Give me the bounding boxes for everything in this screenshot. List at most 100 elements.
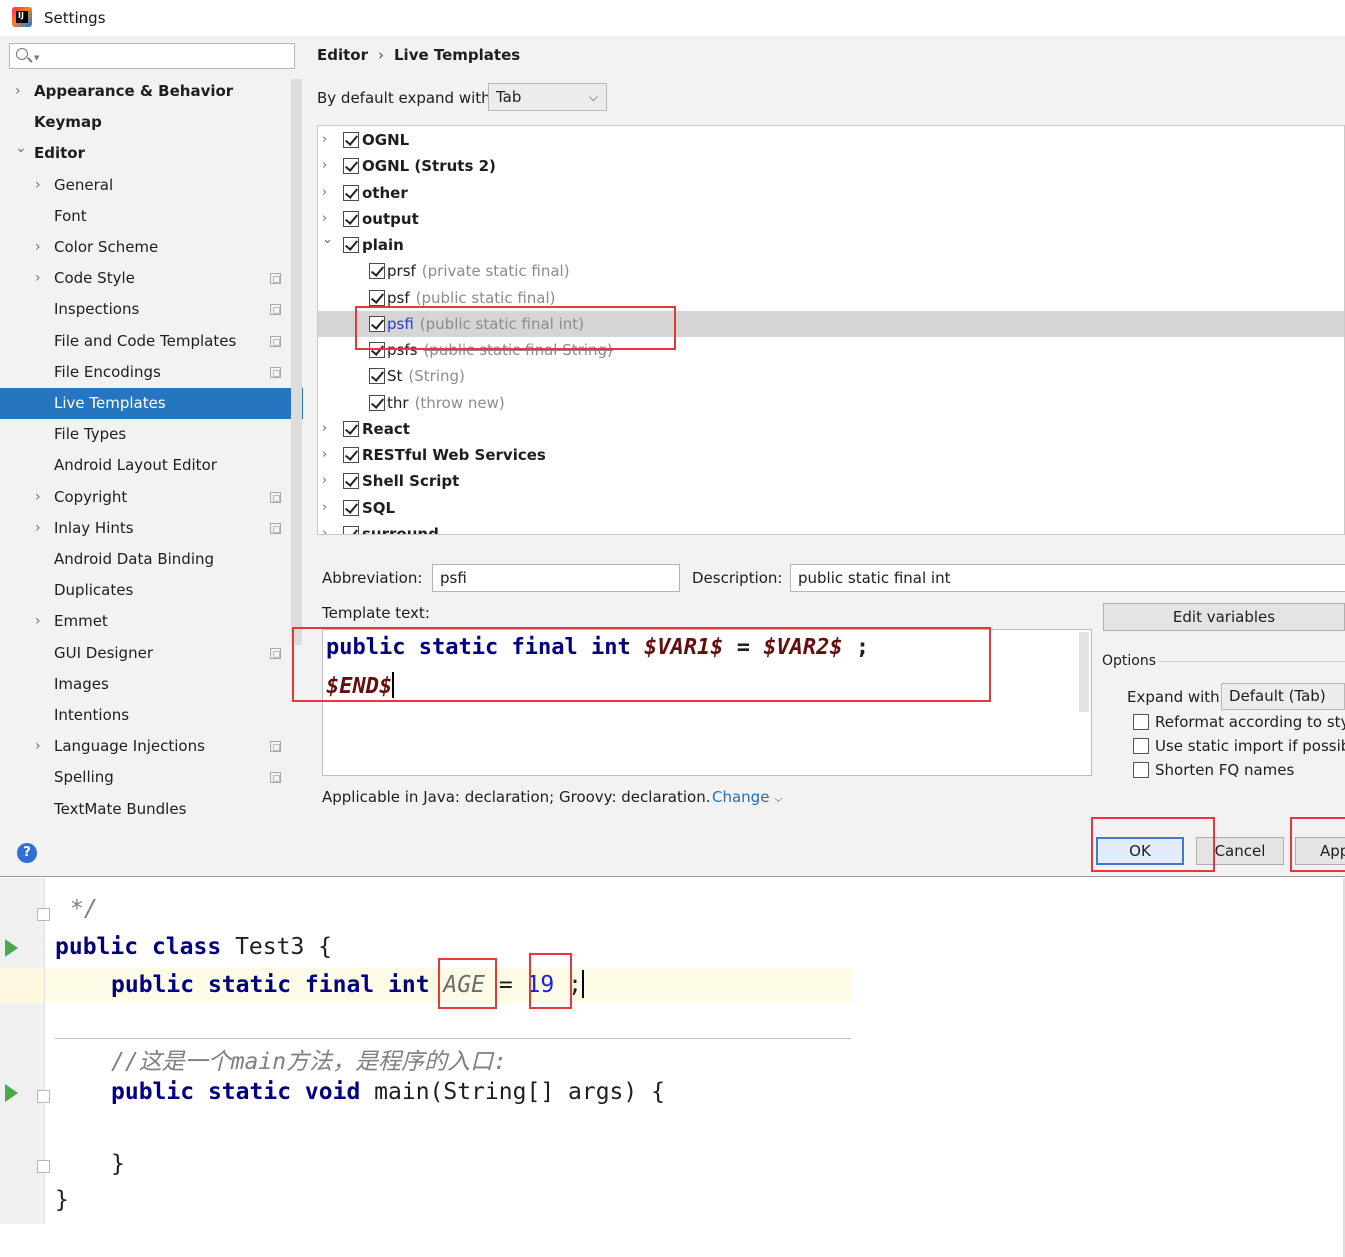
fold-marker-icon[interactable]	[37, 908, 50, 921]
template-checkbox[interactable]	[369, 342, 385, 358]
description-input[interactable]: public static final int	[790, 564, 1345, 592]
sidebar-item[interactable]: Android Layout Editor	[0, 450, 291, 481]
template-group-row[interactable]: › SQL	[318, 495, 1344, 521]
template-group-row[interactable]: › OGNL	[318, 127, 1344, 153]
code-keyword: class	[151, 934, 222, 960]
template-group-row[interactable]: › other	[318, 180, 1344, 206]
static-import-checkbox[interactable]	[1133, 738, 1149, 754]
template-checkbox[interactable]	[343, 447, 359, 463]
shorten-fq-checkbox[interactable]	[1133, 762, 1149, 778]
sidebar-item[interactable]: › Inlay Hints	[0, 513, 291, 544]
template-row[interactable]: psfs (public static final String)	[318, 337, 1344, 363]
chevron-right-icon[interactable]: ›	[322, 127, 327, 153]
template-checkbox[interactable]	[369, 289, 385, 306]
template-checkbox[interactable]	[343, 473, 359, 490]
template-text-editor[interactable]: public static final int $VAR1$ = $VAR2$ …	[322, 629, 1092, 776]
sidebar-item[interactable]: Android Data Binding	[0, 544, 291, 575]
chevron-right-icon[interactable]: ›	[322, 521, 327, 534]
sidebar-item[interactable]: Spelling	[0, 762, 291, 793]
search-options-chevron-icon[interactable]: ▼	[34, 55, 39, 62]
run-main-icon[interactable]	[5, 1084, 18, 1102]
template-checkbox[interactable]	[343, 525, 359, 534]
sidebar-item[interactable]: Intentions	[0, 700, 291, 731]
chevron-right-icon[interactable]: ›	[35, 263, 41, 294]
help-icon[interactable]: ?	[17, 843, 37, 863]
template-row[interactable]: prsf (private static final)	[318, 258, 1344, 284]
settings-search-input[interactable]: ▼	[9, 43, 295, 69]
sidebar-item[interactable]: › Copyright	[0, 482, 291, 513]
template-checkbox[interactable]	[369, 263, 385, 280]
default-expand-select[interactable]: Tab ⌵	[488, 83, 607, 111]
abbreviation-input[interactable]: psfi	[432, 564, 680, 592]
chevron-right-icon[interactable]: ›	[322, 180, 327, 206]
sidebar-item[interactable]: File and Code Templates	[0, 326, 291, 357]
sidebar-item[interactable]: Live Templates	[0, 388, 303, 419]
template-checkbox[interactable]	[343, 499, 359, 516]
template-checkbox[interactable]	[343, 237, 359, 253]
template-group-row[interactable]: › OGNL (Struts 2)	[318, 153, 1344, 179]
template-group-row[interactable]: › RESTful Web Services	[318, 442, 1344, 468]
edit-variables-button[interactable]: Edit variables	[1103, 603, 1345, 631]
template-row[interactable]: thr (throw new)	[318, 390, 1344, 416]
sidebar-item[interactable]: › Language Injections	[0, 731, 291, 762]
expand-with-select[interactable]: Default (Tab)	[1221, 683, 1345, 710]
ok-button[interactable]: OK	[1096, 837, 1184, 865]
sidebar-item[interactable]: ⌄ Editor	[0, 138, 291, 169]
sidebar-scrollbar[interactable]	[291, 79, 302, 645]
sidebar-item[interactable]: › Code Style	[0, 263, 291, 294]
template-group-row[interactable]: › surround	[318, 521, 1344, 534]
sidebar-item[interactable]: › Appearance & Behavior	[0, 76, 291, 107]
code-editor[interactable]: */ public class Test3 { public static fi…	[0, 878, 1345, 1257]
template-checkbox[interactable]	[343, 420, 359, 437]
chevron-down-icon[interactable]: ⌄	[322, 227, 333, 253]
template-checkbox[interactable]	[343, 132, 359, 148]
template-group-row[interactable]: ⌄ plain	[318, 232, 1344, 258]
sidebar-item[interactable]: Inspections	[0, 294, 291, 325]
change-context-link[interactable]: Change ⌵	[712, 788, 783, 806]
template-group-row[interactable]: › React	[318, 416, 1344, 442]
cancel-button[interactable]: Cancel	[1196, 837, 1284, 865]
run-class-icon[interactable]	[5, 939, 18, 957]
sidebar-item[interactable]: Keymap	[0, 107, 291, 138]
chevron-right-icon[interactable]: ›	[322, 153, 327, 179]
template-group-row[interactable]: › Shell Script	[318, 468, 1344, 494]
chevron-right-icon[interactable]: ›	[322, 495, 327, 521]
apply-button[interactable]: App	[1295, 837, 1345, 865]
template-row[interactable]: psf (public static final)	[318, 285, 1344, 311]
sidebar-item[interactable]: Font	[0, 201, 291, 232]
sidebar-item[interactable]: GUI Designer	[0, 638, 291, 669]
template-checkbox[interactable]	[369, 315, 385, 332]
template-row[interactable]: St (String)	[318, 363, 1344, 389]
breadcrumb-parent[interactable]: Editor	[317, 46, 368, 64]
chevron-right-icon[interactable]: ›	[35, 513, 41, 544]
sidebar-item[interactable]: Duplicates	[0, 575, 291, 606]
sidebar-item[interactable]: › Color Scheme	[0, 232, 291, 263]
chevron-down-icon[interactable]: ⌄	[15, 133, 27, 164]
fold-marker-icon[interactable]	[37, 1160, 50, 1173]
sidebar-item[interactable]: › General	[0, 170, 291, 201]
fold-marker-icon[interactable]	[37, 1090, 50, 1103]
chevron-right-icon[interactable]: ›	[35, 232, 41, 263]
template-row[interactable]: psfi (public static final int)	[318, 310, 1344, 337]
reformat-checkbox[interactable]	[1133, 714, 1149, 730]
chevron-right-icon[interactable]: ›	[35, 170, 41, 201]
chevron-right-icon[interactable]: ›	[322, 416, 327, 442]
template-checkbox[interactable]	[343, 210, 359, 227]
sidebar-item[interactable]: File Encodings	[0, 357, 291, 388]
chevron-right-icon[interactable]: ›	[35, 482, 41, 513]
sidebar-item[interactable]: File Types	[0, 419, 291, 450]
template-scrollbar[interactable]	[1079, 632, 1089, 712]
sidebar-item[interactable]: Images	[0, 669, 291, 700]
chevron-right-icon[interactable]: ›	[322, 468, 327, 494]
sidebar-item[interactable]: › Emmet	[0, 606, 291, 637]
sidebar-item[interactable]: TextMate Bundles	[0, 794, 291, 825]
template-checkbox[interactable]	[343, 184, 359, 201]
template-checkbox[interactable]	[369, 368, 385, 385]
chevron-right-icon[interactable]: ›	[35, 731, 41, 762]
chevron-right-icon[interactable]: ›	[322, 442, 327, 468]
template-checkbox[interactable]	[369, 394, 385, 411]
chevron-right-icon[interactable]: ›	[35, 606, 41, 637]
chevron-right-icon[interactable]: ›	[15, 76, 21, 107]
template-checkbox[interactable]	[343, 158, 359, 175]
template-group-row[interactable]: › output	[318, 206, 1344, 232]
